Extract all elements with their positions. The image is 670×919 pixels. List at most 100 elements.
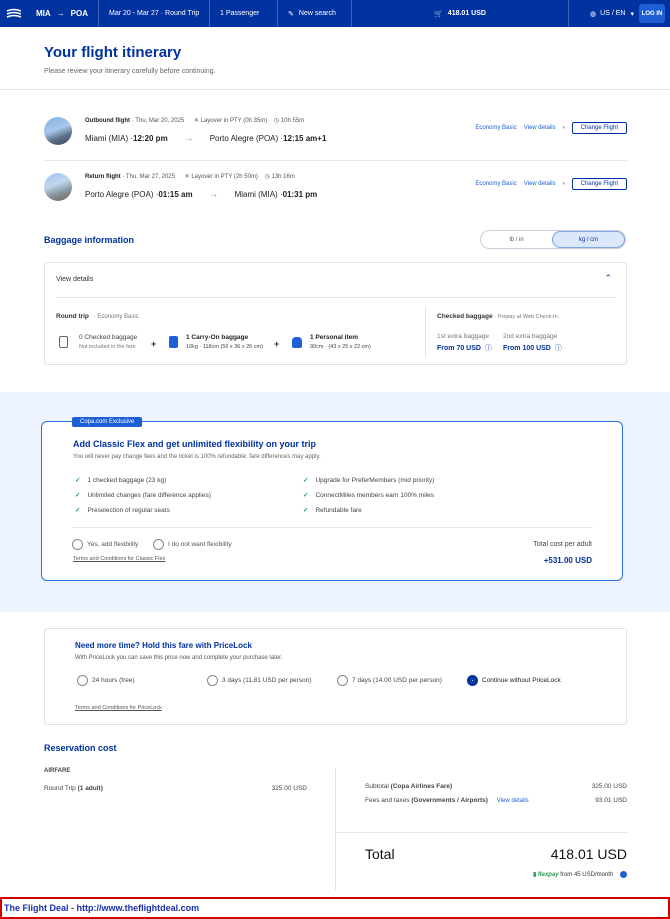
benefit-text: 1 checked baggage (23 kg) [87, 477, 167, 484]
flex-yes-label: Yes, add flexibility [87, 541, 139, 549]
trip-label: Round trip [56, 313, 89, 320]
layover-icon: ✕ [184, 174, 190, 180]
login-button[interactable]: LOG IN [639, 4, 665, 23]
personal-item-title: 1 Personal item [310, 334, 359, 341]
change-flight-button[interactable]: Change Flight [571, 122, 627, 134]
benefit-text: Preselection of regular seats [87, 507, 170, 514]
check-icon: ✓ [75, 492, 81, 499]
pricelock-option[interactable]: 3 days (11.81 USD per person) [207, 675, 311, 686]
duration-text: 13h 16m [271, 174, 295, 180]
flight-deal-footer[interactable]: The Flight Deal - http://www.theflightde… [0, 897, 670, 919]
pricelock-option[interactable]: 24 hours (free) [77, 675, 135, 686]
locale-label: US / EN [600, 10, 626, 17]
pricelock-option-label: 24 hours (free) [92, 677, 135, 685]
clock-icon: ◷ [264, 174, 270, 180]
cart-total: 418.01 USD [447, 10, 486, 17]
new-search-button[interactable]: ✎ New search [277, 0, 351, 27]
radio-button[interactable] [72, 539, 83, 550]
change-flight-button[interactable]: Change Flight [571, 178, 627, 190]
flex-no-option[interactable]: I do not want flexibility [153, 539, 232, 550]
pricelock-option-label: 7 days (14.00 USD per person) [352, 677, 442, 685]
trip-fare: · Economy Basic [93, 314, 139, 320]
info-icon[interactable]: ⓘ [485, 345, 492, 352]
chevron-down-icon: ▾ [630, 10, 634, 18]
suitcase-icon [59, 336, 68, 348]
destination-code: POA [70, 9, 89, 18]
flight-route: Porto Alegre (POA) · 01:15 am → Miami (M… [85, 189, 317, 200]
info-icon[interactable]: ⓘ [555, 345, 562, 352]
plus-icon: + [274, 339, 280, 349]
pricelock-option-label: 3 days (11.81 USD per person) [222, 677, 312, 685]
roundtrip-row: Round Trip (1 adult) [44, 785, 103, 792]
carry-on-sub: 10kg · 118cm (56 x 36 x 26 cm) [186, 344, 263, 350]
check-icon: ✓ [303, 492, 309, 499]
flight-route: Miami (MIA) · 12:20 pm → Porto Alegre (P… [85, 133, 326, 144]
trip-dates[interactable]: Mar 20 - Mar 27 · Round Trip [98, 0, 209, 27]
benefit-item: ✓ 1 checked baggage (23 kg) [75, 476, 166, 484]
flight-header: Return flight · Thu, Mar 27, 2025 ✕ Layo… [85, 174, 295, 180]
layover-text: Layover in PTY (0h 35m) [200, 118, 268, 124]
subtotal-value: 325.00 USD [591, 783, 627, 790]
extra-baggage-2-label: 2nd extra baggage [503, 333, 558, 340]
flex-no-label: I do not want flexibility [168, 541, 232, 549]
cart-icon: 🛒 [434, 10, 443, 18]
fare-family-link[interactable]: Economy Basic [475, 181, 516, 187]
arrival-time: 01:31 pm [282, 190, 318, 199]
checked-baggage-sub: Not included in the fare [79, 344, 136, 350]
prepay-sub: · Prepay at Web Check-In. [494, 314, 560, 320]
pricelock-option-selected[interactable]: Continue without PriceLock [467, 675, 561, 686]
fees-details-link[interactable]: View details [497, 798, 529, 804]
airfare-label: AIRFARE [44, 768, 71, 774]
unit-option-metric[interactable]: kg / cm [552, 231, 625, 248]
extra-baggage-2-price: From 100 USD ⓘ [503, 343, 562, 353]
flex-total-value: +531.00 USD [543, 556, 592, 565]
view-details-link[interactable]: View details [524, 125, 556, 131]
flight-actions: Economy Basic View details › Change Flig… [475, 178, 627, 190]
reservation-title: Reservation cost [44, 743, 117, 753]
unit-option-imperial[interactable]: lb / in [481, 231, 552, 248]
carry-on-icon [169, 336, 178, 348]
flex-total-label: Total cost per adult [533, 541, 592, 548]
view-details-toggle[interactable]: View details ⌃ [45, 263, 626, 297]
benefit-item: ✓ Unlimited changes (fare difference appl… [75, 491, 211, 499]
extra-baggage-2-price-text: From 100 USD [503, 345, 551, 352]
route-summary[interactable]: MIA → POA [28, 0, 98, 27]
radio-button[interactable] [153, 539, 164, 550]
checked-baggage-title: 0 Checked baggage [79, 334, 138, 341]
plus-icon: + [151, 339, 157, 349]
outbound-flight-card: Outbound flight · Thu, Mar 20, 2025 ✕ La… [44, 117, 627, 165]
copa-logo[interactable] [0, 0, 28, 27]
fare-family-link[interactable]: Economy Basic [475, 125, 516, 131]
vertical-divider [425, 307, 426, 357]
flight-label: Outbound flight [85, 118, 130, 124]
flight-date: Thu, Mar 27, 2025 [125, 174, 175, 180]
departure-city: Porto Alegre (POA) · [85, 190, 159, 199]
view-details-link[interactable]: View details [524, 181, 556, 187]
cart-summary[interactable]: 🛒 418.01 USD [351, 0, 568, 27]
radio-button[interactable] [77, 675, 88, 686]
flex-yes-option[interactable]: Yes, add flexibility [72, 539, 138, 550]
pricelock-title: Need more time? Hold this fare with Pric… [75, 641, 252, 650]
extra-baggage-1-price-text: From 70 USD [437, 345, 481, 352]
clock-icon: ◷ [273, 118, 280, 124]
flex-terms-link[interactable]: Terms and Conditions for Classic Flex [73, 556, 165, 562]
unit-toggle: lb / in kg / cm [480, 230, 626, 249]
fees-value: 93.01 USD [595, 797, 627, 804]
arrival-time: 12:15 am+1 [283, 134, 327, 143]
page-subtitle: Please review your itinerary carefully b… [44, 68, 216, 75]
radio-button-selected[interactable] [467, 675, 478, 686]
divider [44, 160, 627, 161]
info-icon[interactable] [620, 871, 627, 878]
pricelock-terms-link[interactable]: Terms and Conditions for PriceLock [75, 705, 162, 711]
new-search-label: New search [298, 10, 336, 17]
departure-city: Miami (MIA) · [85, 134, 133, 143]
radio-button[interactable] [207, 675, 218, 686]
radio-button[interactable] [337, 675, 348, 686]
pricelock-option[interactable]: 7 days (14.00 USD per person) [337, 675, 442, 686]
passenger-count[interactable]: 1 Passenger [209, 0, 277, 27]
top-navigation-bar: MIA → POA Mar 20 - Mar 27 · Round Trip 1… [0, 0, 670, 27]
flexpay-logo-icon: ▮ [532, 872, 537, 879]
roundtrip-price: 325.00 USD [271, 785, 307, 792]
destination-photo [44, 173, 72, 201]
subtotal-row: Subtotal (Copa Airlines Fare) [365, 783, 452, 790]
